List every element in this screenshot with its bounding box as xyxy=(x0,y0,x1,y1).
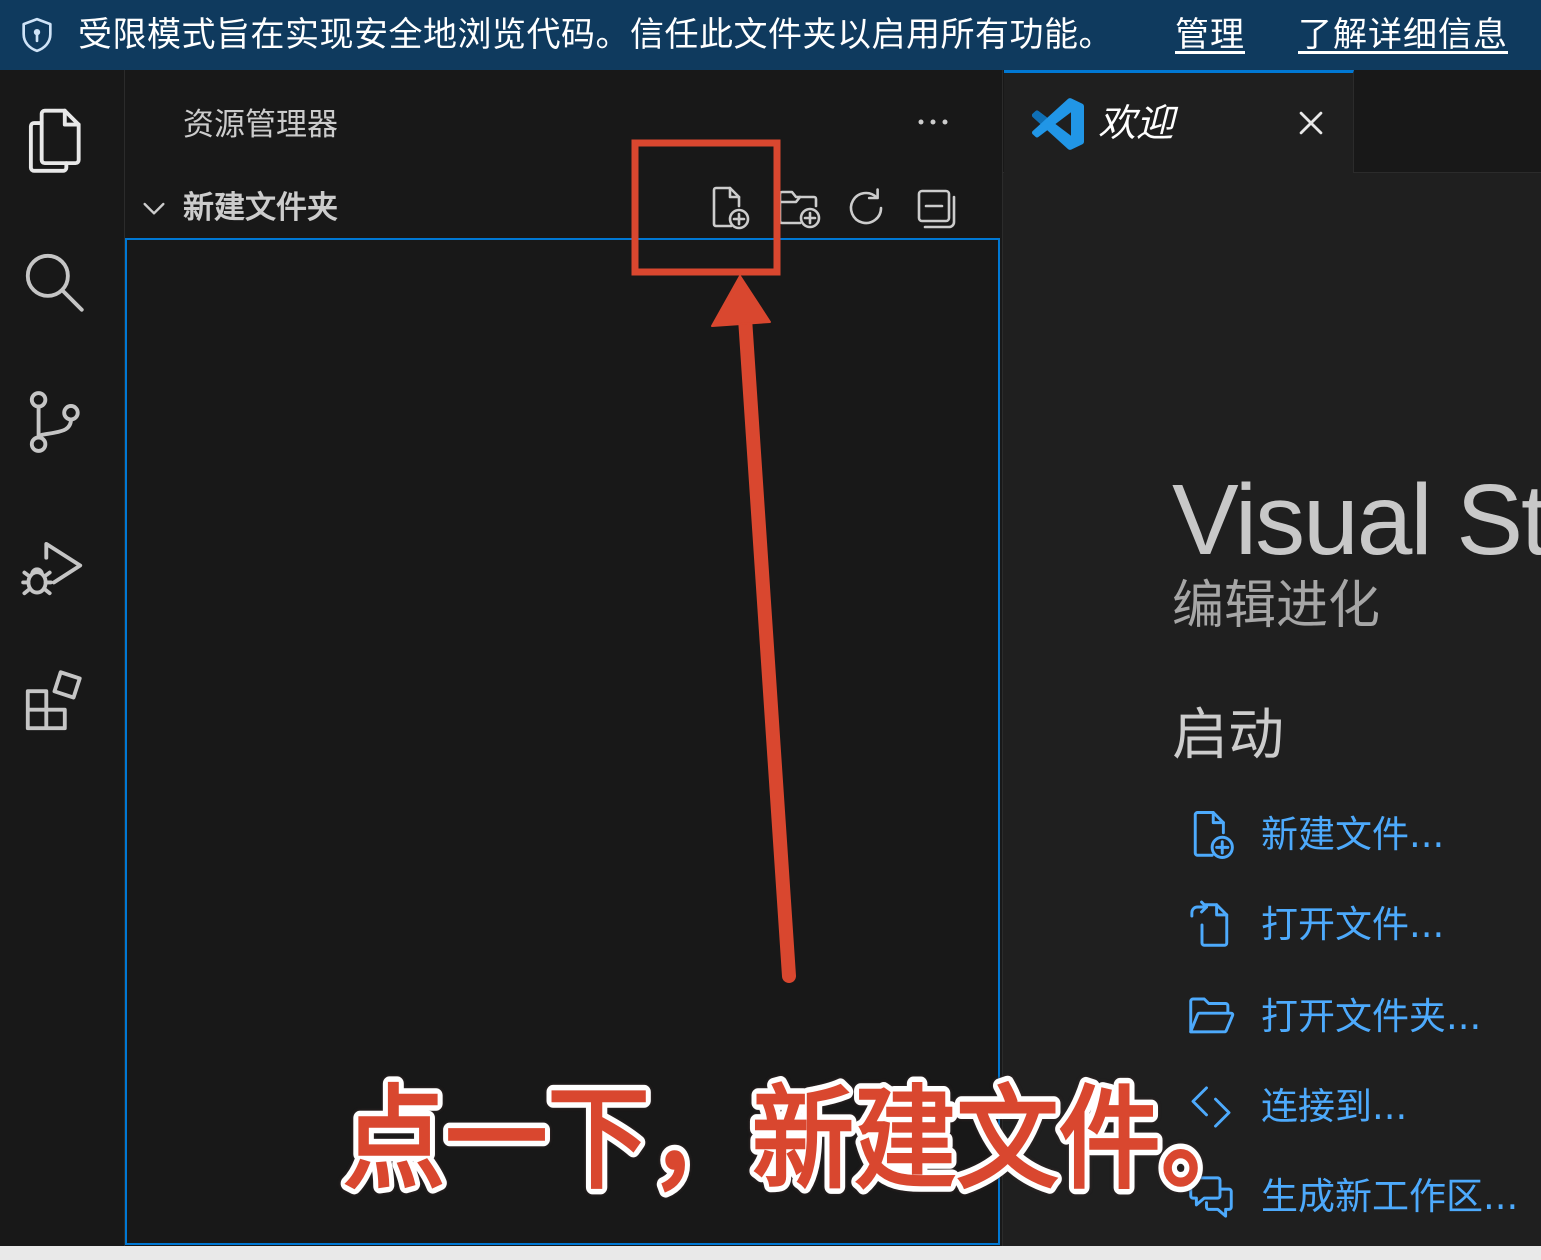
tab-close-button[interactable] xyxy=(1294,106,1328,140)
tab-label: 欢迎 xyxy=(1098,101,1175,145)
activity-bar xyxy=(0,70,125,1260)
restricted-mode-banner: 受限模式旨在实现安全地浏览代码。信任此文件夹以启用所有功能。 管理 了解详细信息 xyxy=(0,0,1541,70)
start-item-label: 打开文件夹... xyxy=(1261,995,1482,1038)
activity-run-debug[interactable] xyxy=(17,530,91,604)
extensions-icon xyxy=(25,670,82,731)
start-connect-to-link[interactable]: 连接到... xyxy=(1180,1081,1540,1133)
new-folder-button[interactable] xyxy=(775,184,823,232)
folder-section-header[interactable]: 新建文件夹 xyxy=(125,182,1000,234)
search-icon xyxy=(25,253,84,312)
start-item-label: 新建文件... xyxy=(1261,813,1445,856)
refresh-icon xyxy=(849,188,883,225)
new-folder-icon xyxy=(778,190,821,229)
source-control-icon xyxy=(29,391,80,453)
vscode-logo-icon xyxy=(1031,98,1084,150)
start-open-file-link[interactable]: 打开文件... xyxy=(1180,899,1540,951)
close-icon xyxy=(1299,111,1323,135)
collapse-all-icon xyxy=(917,189,956,229)
bottom-edge xyxy=(0,1246,1541,1260)
welcome-page: Visual St 编辑进化 启动 新建文件... 打开文件... 打开文件夹.… xyxy=(1003,173,1541,1260)
run-debug-icon xyxy=(21,541,83,596)
learn-more-link[interactable]: 了解详细信息 xyxy=(1298,13,1508,57)
tab-welcome[interactable]: 欢迎 xyxy=(1004,70,1354,173)
start-new-file-link[interactable]: 新建文件... xyxy=(1180,809,1540,861)
start-heading: 启动 xyxy=(1172,703,1284,768)
activity-search[interactable] xyxy=(17,245,91,319)
remote-icon xyxy=(1184,1080,1238,1134)
refresh-button[interactable] xyxy=(842,184,890,232)
chevron-down-icon xyxy=(138,192,170,224)
activity-source-control[interactable] xyxy=(17,385,91,459)
new-file-icon xyxy=(712,186,750,230)
new-file-icon xyxy=(1184,808,1238,862)
start-generate-workspace-link[interactable]: 生成新工作区... xyxy=(1180,1171,1540,1223)
manage-link[interactable]: 管理 xyxy=(1175,13,1245,57)
explorer-tree[interactable] xyxy=(125,238,1000,1245)
folder-name: 新建文件夹 xyxy=(183,190,338,226)
new-file-button[interactable] xyxy=(705,184,753,232)
start-item-label: 连接到... xyxy=(1261,1085,1408,1128)
start-item-label: 生成新工作区... xyxy=(1261,1175,1519,1218)
shield-icon xyxy=(17,15,57,55)
ellipsis-icon xyxy=(918,119,948,125)
activity-extensions[interactable] xyxy=(17,665,91,739)
files-icon xyxy=(28,108,81,173)
explorer-sidebar: 资源管理器 新建文件夹 xyxy=(125,70,1002,1260)
banner-message: 受限模式旨在实现安全地浏览代码。信任此文件夹以启用所有功能。 xyxy=(78,15,1113,55)
explorer-title: 资源管理器 xyxy=(183,107,338,143)
comment-discussion-icon xyxy=(1184,1170,1238,1224)
welcome-subtitle: 编辑进化 xyxy=(1172,576,1381,636)
start-open-folder-link[interactable]: 打开文件夹... xyxy=(1180,991,1540,1043)
activity-explorer[interactable] xyxy=(17,103,91,177)
tab-bar: 欢迎 xyxy=(1003,70,1541,173)
more-actions-button[interactable] xyxy=(913,102,953,142)
editor-area: 欢迎 Visual St 编辑进化 启动 新建文件... 打开文件... 打开文… xyxy=(1002,70,1541,1260)
start-item-label: 打开文件... xyxy=(1261,903,1445,946)
folder-opened-icon xyxy=(1184,990,1238,1044)
welcome-title: Visual St xyxy=(1172,464,1541,576)
collapse-all-button[interactable] xyxy=(912,184,960,232)
go-to-file-icon xyxy=(1184,898,1238,952)
